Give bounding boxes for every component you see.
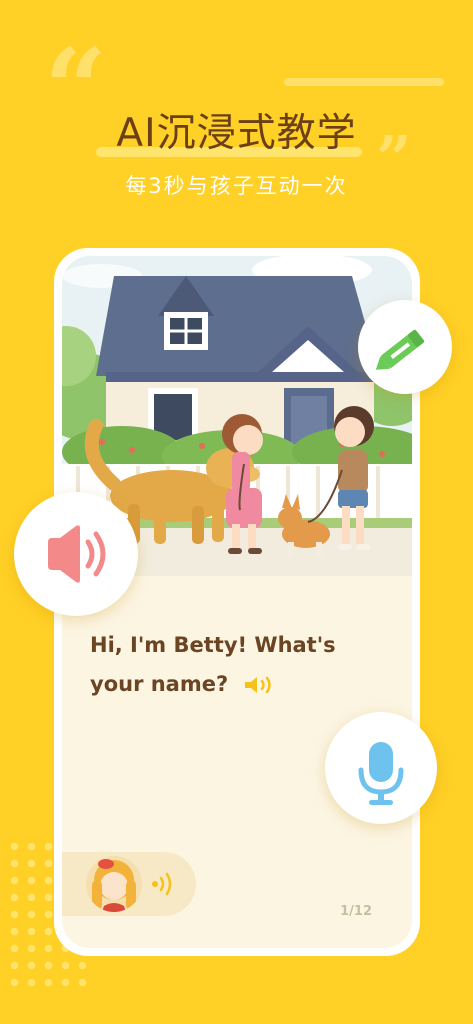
decorative-line	[284, 78, 444, 86]
promo-page: “ ” AI沉浸式教学 每3秒与孩子互动一次 Hi, I'm Betty! Wh…	[0, 0, 473, 1024]
dialog-sentence: Hi, I'm Betty! What's your name?	[90, 633, 336, 696]
speaker-icon	[48, 525, 106, 583]
audio-wave-icon	[152, 872, 172, 896]
avatar	[86, 856, 142, 912]
dialog-text: Hi, I'm Betty! What's your name?	[90, 626, 380, 704]
microphone-icon	[358, 742, 404, 805]
pencil-icon	[375, 329, 425, 370]
edit-button[interactable]	[358, 300, 452, 394]
microphone-button[interactable]	[325, 712, 437, 824]
sound-button[interactable]	[14, 492, 138, 616]
page-title: AI沉浸式教学	[116, 111, 357, 156]
speaker-icon[interactable]	[243, 674, 277, 696]
page-counter: 1/12	[340, 904, 372, 919]
voice-playback-pill[interactable]	[62, 852, 196, 916]
page-subtitle: 每3秒与孩子互动一次	[125, 174, 348, 198]
